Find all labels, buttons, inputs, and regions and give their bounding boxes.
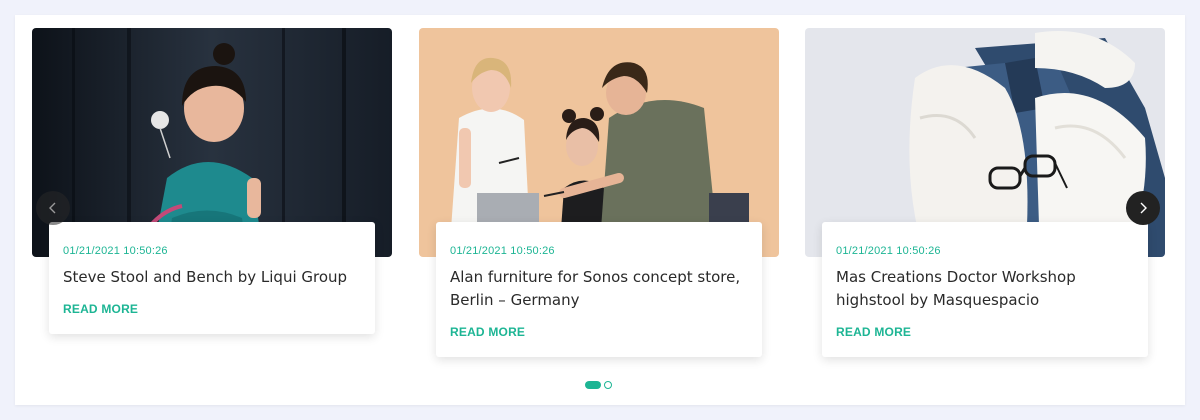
- read-more-link[interactable]: READ MORE: [450, 325, 525, 339]
- post-title[interactable]: Mas Creations Doctor Workshop highstool …: [836, 266, 1134, 312]
- read-more-link[interactable]: READ MORE: [63, 302, 138, 316]
- blog-carousel-panel: 01/21/2021 10:50:26 Steve Stool and Benc…: [15, 15, 1185, 405]
- carousel-pagination: [585, 381, 612, 389]
- pagination-dot-active[interactable]: [585, 381, 601, 389]
- blog-card-body: 01/21/2021 10:50:26 Mas Creations Doctor…: [822, 222, 1148, 357]
- post-title[interactable]: Alan furniture for Sonos concept store, …: [450, 266, 748, 312]
- post-title[interactable]: Steve Stool and Bench by Liqui Group: [63, 266, 361, 289]
- blog-card: 01/21/2021 10:50:26 Mas Creations Doctor…: [805, 28, 1165, 357]
- blog-card-body: 01/21/2021 10:50:26 Steve Stool and Benc…: [49, 222, 375, 334]
- read-more-link[interactable]: READ MORE: [836, 325, 911, 339]
- post-date: 01/21/2021 10:50:26: [836, 245, 941, 257]
- carousel-prev-button[interactable]: [36, 191, 70, 225]
- chevron-right-icon: [1140, 202, 1147, 214]
- blog-card-body: 01/21/2021 10:50:26 Alan furniture for S…: [436, 222, 762, 357]
- chevron-left-icon: [49, 202, 56, 214]
- post-date: 01/21/2021 10:50:26: [63, 245, 168, 257]
- carousel-next-button[interactable]: [1126, 191, 1160, 225]
- post-date: 01/21/2021 10:50:26: [450, 245, 555, 257]
- blog-card: 01/21/2021 10:50:26 Steve Stool and Benc…: [32, 28, 392, 334]
- blog-card: 01/21/2021 10:50:26 Alan furniture for S…: [419, 28, 779, 357]
- pagination-dot[interactable]: [604, 381, 612, 389]
